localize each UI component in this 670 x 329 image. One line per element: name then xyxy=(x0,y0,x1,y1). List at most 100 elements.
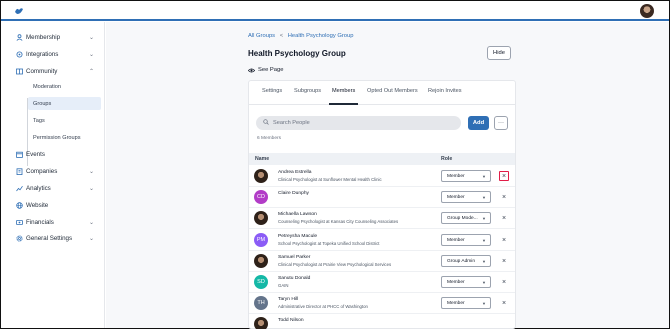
role-value: Member xyxy=(447,237,465,243)
page-title: Health Psychology Group xyxy=(248,49,346,58)
chevron-up-icon[interactable]: ⌃ xyxy=(89,68,94,75)
sidebar-item-general-settings[interactable]: General Settings ⌄ xyxy=(1,231,105,245)
sidebar-item-companies[interactable]: Companies ⌄ xyxy=(1,164,105,178)
column-header-role: Role xyxy=(441,156,453,162)
chevron-down-icon[interactable]: ⌄ xyxy=(89,219,94,226)
remove-member-icon[interactable]: × xyxy=(499,298,509,308)
table-row: Samuel Parker Clinical Psychologist at Pr… xyxy=(249,251,515,272)
integrations-icon xyxy=(16,51,23,58)
role-select[interactable]: Group Admin ▼ xyxy=(441,255,491,267)
member-name[interactable]: Andrea Estrella xyxy=(278,170,311,175)
avatar[interactable]: CD xyxy=(254,190,268,204)
subitem-label: Moderation xyxy=(33,83,61,90)
member-name[interactable]: Todd Nilson xyxy=(278,318,304,323)
calendar-icon xyxy=(16,151,23,158)
role-value: Group Admin xyxy=(447,258,475,264)
role-value: Group Mode... xyxy=(447,215,478,221)
tab-subgroups[interactable]: Subgroups xyxy=(294,88,321,94)
more-options-button[interactable]: ··· xyxy=(494,116,508,130)
remove-member-icon[interactable]: × xyxy=(499,213,509,223)
sidebar-item-label: General Settings xyxy=(26,234,73,242)
table-row: Michaella Lawson Counseling Psychologist … xyxy=(249,208,515,229)
sidebar-item-community[interactable]: Community ⌃ xyxy=(1,64,105,78)
sidebar-item-label: Membership xyxy=(26,33,61,41)
member-subtitle: School Psychologist at Topeka Unified Sc… xyxy=(278,241,380,246)
role-select[interactable]: Member ▼ xyxy=(441,297,491,309)
avatar[interactable] xyxy=(254,317,268,329)
see-page-link[interactable]: See Page xyxy=(248,67,283,73)
sidebar-item-label: Website xyxy=(26,201,49,209)
chevron-down-icon[interactable]: ⌄ xyxy=(89,235,94,242)
tab-members[interactable]: Members xyxy=(332,88,355,94)
member-count: 6 Members xyxy=(257,136,281,141)
chevron-down-icon[interactable]: ⌄ xyxy=(89,51,94,58)
sidebar-item-analytics[interactable]: Analytics ⌄ xyxy=(1,181,105,195)
member-name[interactable]: Samuel Parker xyxy=(278,255,310,260)
community-icon xyxy=(16,68,23,75)
avatar[interactable] xyxy=(254,211,268,225)
table-header: Name Role xyxy=(249,153,515,165)
breadcrumb-all-groups[interactable]: All Groups xyxy=(248,33,275,39)
remove-member-icon[interactable]: × xyxy=(499,171,509,181)
member-name[interactable]: Sanutu Donald xyxy=(278,276,310,281)
hide-button[interactable]: Hide xyxy=(487,46,511,60)
member-name[interactable]: Claire Dunphy xyxy=(278,191,309,196)
add-button[interactable]: Add xyxy=(468,116,489,130)
sidebar-item-label: Community xyxy=(26,67,58,75)
gear-icon xyxy=(16,234,23,242)
avatar[interactable] xyxy=(254,169,268,183)
sidebar-item-integrations[interactable]: Integrations ⌄ xyxy=(1,47,105,61)
remove-member-icon[interactable]: × xyxy=(499,256,509,266)
chevron-down-icon[interactable]: ⌄ xyxy=(89,185,94,192)
tab-rejoin-invites[interactable]: Rejoin Invites xyxy=(428,88,462,94)
subitem-label: Tags xyxy=(33,117,45,124)
user-avatar[interactable] xyxy=(640,4,654,18)
chevron-down-icon: ▼ xyxy=(482,174,486,179)
tab-settings[interactable]: Settings xyxy=(262,88,282,94)
sidebar-subitem-tags[interactable]: Tags xyxy=(28,114,101,127)
role-select[interactable]: Member ▼ xyxy=(441,234,491,246)
role-select[interactable]: Member ▼ xyxy=(441,191,491,203)
member-subtitle: GAIN xyxy=(278,283,289,288)
sidebar-item-website[interactable]: Website xyxy=(1,198,105,212)
search-input[interactable]: Search People xyxy=(256,116,461,130)
member-subtitle: Clinical Psychologist at Sunflower Menta… xyxy=(278,177,382,182)
analytics-icon xyxy=(16,185,23,192)
avatar[interactable] xyxy=(254,254,268,268)
see-page-label: See Page xyxy=(258,67,284,73)
sidebar-subitem-moderation[interactable]: Moderation xyxy=(28,80,101,93)
role-select[interactable]: Member ▼ xyxy=(441,170,491,182)
sidebar-item-label: Financials xyxy=(26,218,54,226)
subitem-label: Permission Groups xyxy=(33,134,81,141)
role-select[interactable]: Group Mode... ▼ xyxy=(441,212,491,224)
member-name[interactable]: Michaella Lawson xyxy=(278,212,317,217)
sidebar-item-financials[interactable]: Financials ⌄ xyxy=(1,215,105,229)
role-value: Member xyxy=(447,279,465,285)
search-placeholder: Search People xyxy=(273,120,310,126)
avatar[interactable]: PM xyxy=(254,233,268,247)
avatar[interactable]: TH xyxy=(254,296,268,310)
chevron-down-icon[interactable]: ⌄ xyxy=(89,168,94,175)
sidebar-item-events[interactable]: Events xyxy=(1,147,105,161)
subitem-label: Groups xyxy=(33,100,52,107)
top-bar xyxy=(1,1,669,21)
app-logo-icon[interactable] xyxy=(14,6,24,16)
avatar[interactable]: SD xyxy=(254,275,268,289)
sidebar-subitem-groups[interactable]: Groups xyxy=(28,97,101,110)
chevron-down-icon: ▼ xyxy=(482,238,486,243)
member-name[interactable]: Petreysha Macule xyxy=(278,234,317,239)
member-name[interactable]: Taryn Hill xyxy=(278,297,298,302)
tab-opted-out-members[interactable]: Opted Out Members xyxy=(367,88,418,94)
remove-member-icon[interactable]: × xyxy=(499,277,509,287)
breadcrumb: All Groups < Health Psychology Group xyxy=(248,33,356,39)
sidebar-item-label: Companies xyxy=(26,167,58,175)
chevron-down-icon[interactable]: ⌄ xyxy=(89,34,94,41)
breadcrumb-current[interactable]: Health Psychology Group xyxy=(288,33,354,39)
sidebar-item-membership[interactable]: Membership ⌄ xyxy=(1,30,105,44)
table-row: SD Sanutu Donald GAIN Member ▼ × xyxy=(249,272,515,293)
chevron-down-icon: ▼ xyxy=(482,280,486,285)
role-select[interactable]: Member ▼ xyxy=(441,276,491,288)
sidebar-subitem-permission-groups[interactable]: Permission Groups xyxy=(28,131,101,144)
remove-member-icon[interactable]: × xyxy=(499,235,509,245)
remove-member-icon[interactable]: × xyxy=(499,192,509,202)
